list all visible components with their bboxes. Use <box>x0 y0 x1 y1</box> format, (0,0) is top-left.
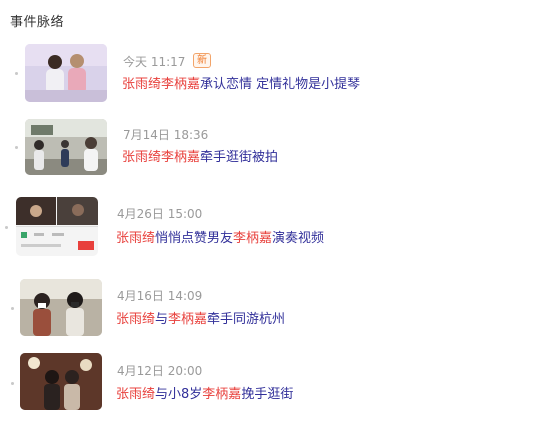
event-date: 4月12日 20:00 <box>117 364 203 378</box>
person-name: 李柄嘉 <box>233 231 273 246</box>
event-title-text: 承认恋情 定情礼物是小提琴 <box>200 77 361 92</box>
event-title-link[interactable]: 张雨绮与李柄嘉牵手同游杭州 <box>116 312 285 328</box>
timeline-dot <box>11 382 14 385</box>
event-thumbnail[interactable] <box>25 44 107 102</box>
event-date: 7月14日 18:36 <box>123 128 209 142</box>
timeline-dot <box>15 146 18 149</box>
event-date: 今天 11:17 <box>123 55 186 69</box>
event-date: 4月26日 15:00 <box>117 207 203 221</box>
event-title-text: 与小8岁 <box>155 387 203 402</box>
event-title-text: 挽手逛街 <box>241 387 294 402</box>
event-title-text: 牵手同游杭州 <box>207 312 286 327</box>
timeline-dot <box>5 226 8 229</box>
event-title-text: 演奏视频 <box>272 231 325 246</box>
person-name: 李柄嘉 <box>168 312 208 327</box>
person-name: 李柄嘉 <box>202 387 242 402</box>
person-name: 张雨绮 <box>116 387 156 402</box>
person-name: 张雨绮 <box>122 150 162 165</box>
event-title-link[interactable]: 张雨绮李柄嘉承认恋情 定情礼物是小提琴 <box>122 77 360 93</box>
event-title-text: 牵手逛街被拍 <box>200 150 279 165</box>
timeline-dot <box>11 307 14 310</box>
person-name: 张雨绮 <box>116 312 156 327</box>
event-title-link[interactable]: 张雨绮与小8岁李柄嘉挽手逛街 <box>116 387 293 403</box>
event-thumbnail[interactable] <box>20 353 102 410</box>
person-name: 张雨绮 <box>122 77 162 92</box>
event-thumbnail[interactable] <box>16 197 98 256</box>
page-title: 事件脉络 <box>10 15 65 30</box>
event-title-link[interactable]: 张雨绮悄悄点赞男友李柄嘉演奏视频 <box>116 231 324 247</box>
timeline-dot <box>15 72 18 75</box>
person-name: 张雨绮 <box>116 231 156 246</box>
event-title-link[interactable]: 张雨绮李柄嘉牵手逛街被拍 <box>122 150 278 166</box>
event-date: 4月16日 14:09 <box>117 289 203 303</box>
event-thumbnail[interactable] <box>20 279 102 336</box>
event-title-text: 悄悄点赞男友 <box>155 231 234 246</box>
person-name: 李柄嘉 <box>161 77 201 92</box>
person-name: 李柄嘉 <box>161 150 201 165</box>
event-title-text: 与 <box>155 312 169 327</box>
event-thumbnail[interactable] <box>25 119 107 175</box>
new-badge: 新 <box>193 53 211 68</box>
